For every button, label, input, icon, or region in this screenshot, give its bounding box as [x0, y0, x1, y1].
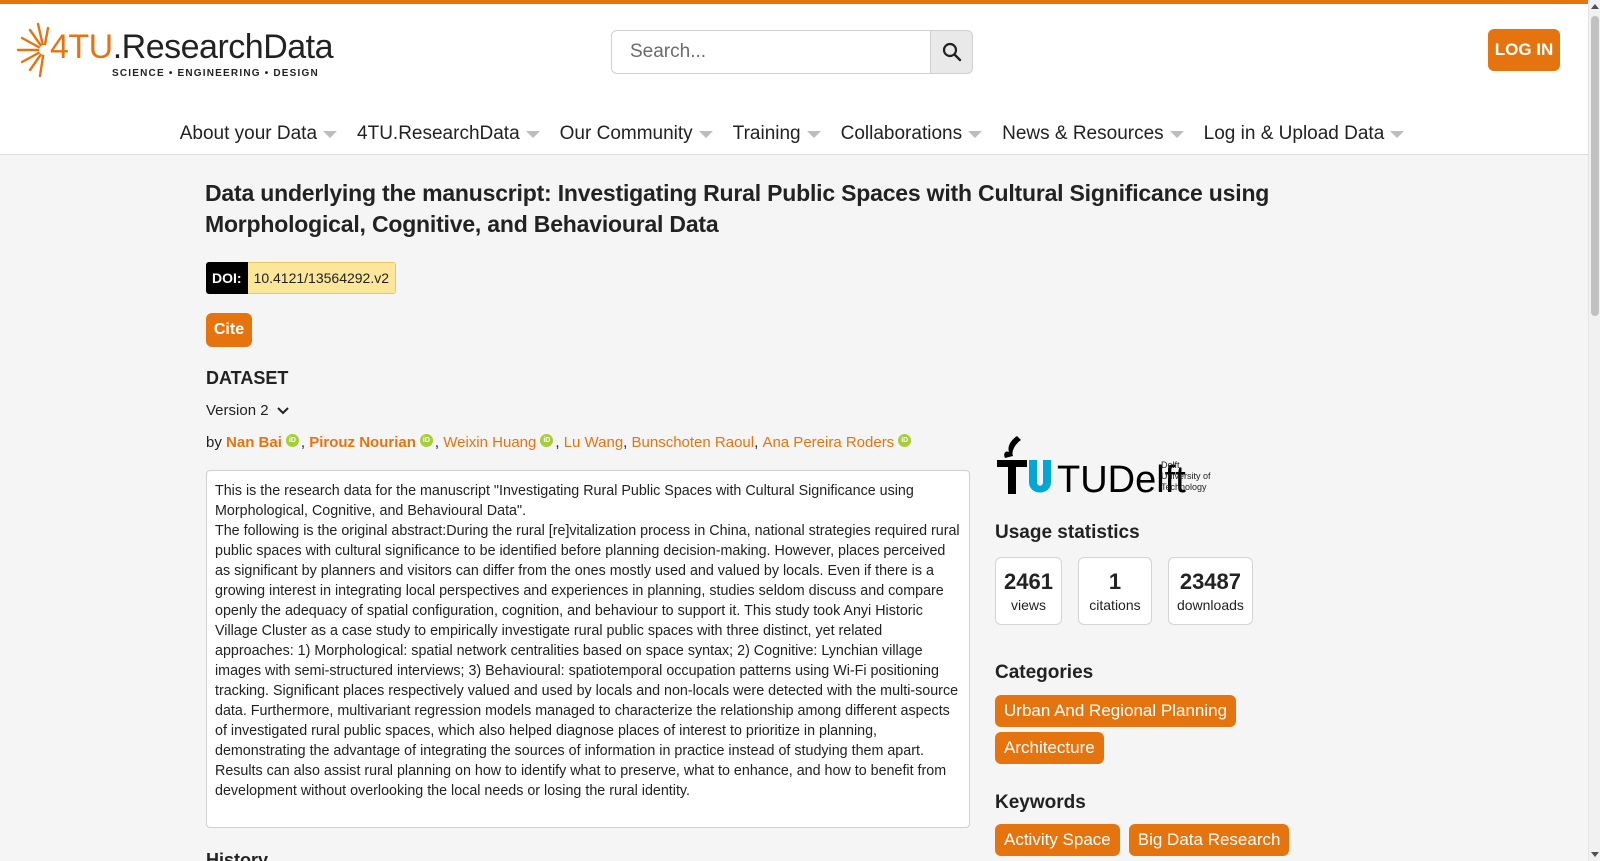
author-link[interactable]: Bunschoten Raoul — [632, 434, 755, 451]
nav-item-4tu-researchdata[interactable]: 4TU.ResearchData — [353, 114, 544, 154]
nav-item-our-community[interactable]: Our Community — [556, 114, 717, 154]
orcid-icon[interactable]: iD — [540, 434, 554, 447]
nav-item-training[interactable]: Training — [729, 114, 825, 154]
version-label: Version 2 — [206, 402, 269, 419]
search-icon — [942, 42, 961, 62]
institution-sub2: University of — [1161, 471, 1211, 481]
scroll-up-icon[interactable] — [1591, 4, 1599, 9]
login-button[interactable]: LOG IN — [1488, 29, 1560, 71]
nav-item-about-your-data[interactable]: About your Data — [176, 114, 341, 154]
stat-downloads: 23487 downloads — [1167, 557, 1253, 625]
stat-label: views — [1010, 596, 1046, 613]
page-scrollbar[interactable] — [1588, 0, 1600, 861]
categories-heading: Categories — [995, 662, 1094, 683]
description-abstract: The following is the original abstract:D… — [215, 523, 960, 799]
author-link[interactable]: Pirouz Nourian — [309, 434, 416, 451]
caret-down-icon — [1390, 130, 1405, 138]
caret-down-icon — [968, 130, 983, 138]
nav-item-label: Training — [732, 123, 801, 144]
main-nav: About your Data 4TU.ResearchData Our Com… — [0, 114, 1588, 154]
caret-down-icon — [323, 130, 338, 138]
doi-label: DOI: — [206, 262, 248, 294]
author-link[interactable]: Weixin Huang — [443, 434, 536, 451]
stat-label: citations — [1089, 596, 1141, 613]
keyword-list: Activity Space Big Data Research — [995, 824, 1290, 856]
version-selector[interactable]: Version 2 — [206, 402, 289, 419]
orcid-icon[interactable]: iD — [285, 434, 299, 447]
author-link[interactable]: Lu Wang — [564, 434, 623, 451]
dataset-section-heading: DATASET — [206, 368, 289, 388]
by-label: by — [206, 434, 222, 451]
search-button[interactable] — [930, 30, 973, 74]
chevron-down-icon — [276, 406, 289, 414]
scroll-down-icon[interactable] — [1591, 852, 1599, 857]
logo-wordmark: 4TU.ResearchData — [50, 28, 334, 66]
usage-statistics: 2461 views 1 citations 23487 downloads — [995, 557, 1253, 625]
orcid-icon[interactable]: iD — [419, 434, 433, 447]
caret-down-icon — [525, 130, 540, 138]
stat-label: downloads — [1176, 596, 1244, 613]
stat-views: 2461 views — [995, 557, 1062, 625]
nav-item-label: 4TU.ResearchData — [357, 123, 520, 144]
keyword-tag[interactable]: Activity Space — [995, 824, 1120, 856]
history-heading: History — [206, 850, 269, 861]
search-bar — [611, 30, 973, 74]
site-logo[interactable]: 4TU.ResearchData SCIENCE • ENGINEERING •… — [14, 18, 334, 84]
author-link[interactable]: Nan Bai — [226, 434, 282, 451]
category-list: Urban And Regional Planning Architecture — [995, 695, 1375, 764]
nav-item-collaborations[interactable]: Collaborations — [837, 114, 986, 154]
dataset-title: Data underlying the manuscript: Investig… — [205, 180, 1270, 237]
tudelft-logo[interactable]: TUDelft Delft University of Technology — [995, 434, 1225, 501]
caret-down-icon — [698, 130, 713, 138]
nav-item-label: Collaborations — [840, 123, 963, 144]
logo-sunburst-icon — [16, 22, 50, 78]
dataset-description: This is the research data for the manusc… — [206, 470, 970, 828]
category-tag[interactable]: Architecture — [995, 732, 1104, 764]
author-list: by Nan Bai iD, Pirouz Nourian iD, Weixin H… — [206, 434, 913, 451]
nav-item-login-upload[interactable]: Log in & Upload Data — [1200, 114, 1409, 154]
cite-button[interactable]: Cite — [206, 313, 252, 347]
tudelft-logo-icon: TUDelft Delft University of Technology — [997, 436, 1211, 501]
description-intro: This is the research data for the manusc… — [215, 483, 914, 519]
nav-item-news-resources[interactable]: News & Resources — [998, 114, 1188, 154]
doi-badge[interactable]: DOI: 10.4121/13564292.v2 — [206, 262, 397, 294]
usage-statistics-heading: Usage statistics — [995, 522, 1140, 543]
nav-item-label: Our Community — [559, 123, 693, 144]
stat-value: 23487 — [1179, 568, 1242, 594]
author-link[interactable]: Ana Pereira Roders — [762, 434, 894, 451]
stat-value: 1 — [1108, 568, 1122, 594]
search-input[interactable] — [611, 30, 931, 74]
keyword-tag[interactable]: Big Data Research — [1128, 824, 1290, 856]
nav-item-label: About your Data — [179, 123, 318, 144]
stat-citations: 1 citations — [1077, 557, 1152, 625]
nav-item-label: Log in & Upload Data — [1203, 123, 1385, 144]
site-header: 4TU.ResearchData SCIENCE • ENGINEERING •… — [0, 4, 1588, 155]
doi-value: 10.4121/13564292.v2 — [247, 262, 397, 294]
keywords-heading: Keywords — [995, 792, 1086, 813]
institution-sub1: Delft — [1161, 460, 1180, 470]
nav-item-label: News & Resources — [1002, 123, 1164, 144]
caret-down-icon — [1169, 130, 1184, 138]
scrollbar-thumb[interactable] — [1591, 16, 1599, 316]
stat-value: 2461 — [1004, 568, 1053, 594]
caret-down-icon — [806, 130, 821, 138]
category-tag[interactable]: Urban And Regional Planning — [995, 695, 1237, 727]
logo-tagline: SCIENCE • ENGINEERING • DESIGN — [112, 68, 319, 79]
orcid-icon[interactable]: iD — [898, 434, 912, 447]
institution-sub3: Technology — [1161, 482, 1207, 492]
